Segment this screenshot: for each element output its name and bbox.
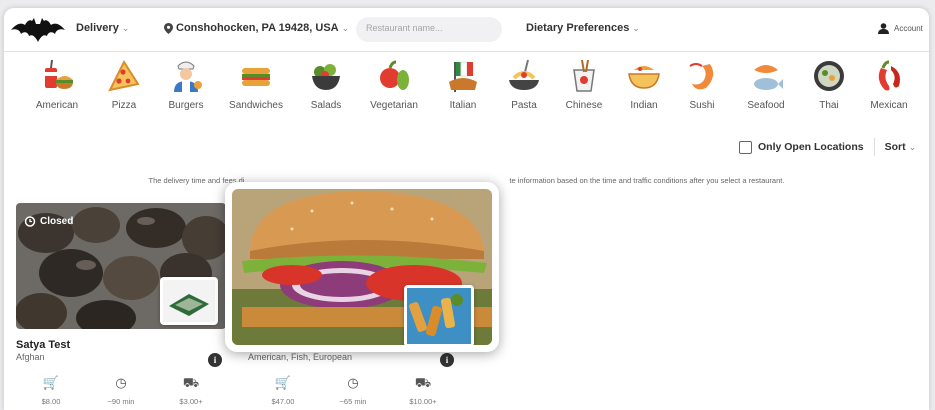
closed-badge: Closed: [24, 215, 73, 227]
category-label: Salads: [310, 100, 342, 111]
info-icon[interactable]: i: [440, 353, 454, 367]
chevron-down-icon: ⌄: [632, 22, 640, 33]
top-navbar: Delivery ⌄ Conshohocken, PA 19428, USA ⌄…: [4, 8, 929, 52]
user-icon: [878, 23, 889, 34]
category-seafood[interactable]: Seafood: [731, 58, 801, 111]
delivery-mode-select[interactable]: Delivery ⌄: [76, 22, 129, 34]
vegetables-icon: [380, 60, 409, 90]
clock-icon: ◷: [347, 375, 359, 390]
delivery-fee-value: $10.00+: [409, 397, 437, 406]
filter-bar: Only Open Locations Sort ⌄: [739, 138, 916, 156]
seafood-icon: [754, 65, 783, 90]
clock-icon: ◷: [115, 375, 127, 390]
open-locations-label[interactable]: Only Open Locations: [758, 141, 864, 153]
sort-label: Sort: [884, 141, 906, 153]
pizza-icon: [108, 59, 140, 92]
category-sandwiches[interactable]: Sandwiches: [221, 58, 291, 111]
search-placeholder: Restaurant name...: [366, 23, 443, 33]
delivery-time-value: ~90 min: [107, 397, 135, 406]
category-pizza[interactable]: Pizza: [89, 58, 159, 111]
restaurant-stats: 🛒 $8.00 ◷ ~90 min ⛟ $3.00+: [16, 375, 226, 406]
chevron-down-icon: ⌄: [121, 22, 130, 33]
delivery-notice-end: te information based on the time and tra…: [509, 176, 785, 185]
restaurant-logo-thumb: [160, 277, 218, 325]
delivery-fee-value: $3.00+: [179, 397, 203, 406]
dietary-preferences-select[interactable]: Dietary Preferences ⌄: [526, 22, 640, 34]
sandwich-icon: [242, 68, 270, 86]
chinese-takeout-icon: [573, 59, 595, 92]
closed-label: Closed: [40, 215, 74, 227]
restaurant-search-input[interactable]: Restaurant name...: [356, 17, 502, 42]
food-tray-thumbnail: [163, 280, 215, 322]
delivery-time-value: ~65 min: [339, 397, 367, 406]
truck-icon: ⛟: [182, 375, 200, 390]
location-pin-icon: [164, 22, 173, 34]
delivery-fee: ⛟ $3.00+: [161, 375, 221, 406]
thai-bowl-icon: [814, 61, 844, 91]
american-food-icon: [45, 59, 73, 89]
minimum-order: 🛒 $47.00: [253, 375, 313, 406]
italian-icon: [449, 61, 477, 92]
category-label: Pizza: [111, 100, 137, 111]
category-label: Sandwiches: [229, 100, 283, 111]
category-italian[interactable]: Italian: [428, 58, 498, 111]
truck-icon: ⛟: [414, 375, 432, 390]
category-vegetarian[interactable]: Vegetarian: [359, 58, 429, 111]
restaurant-cuisine: Afghan: [16, 352, 45, 362]
info-icon[interactable]: i: [208, 353, 222, 367]
delivery-mode-label: Delivery: [76, 22, 119, 34]
chevron-down-icon: ⌄: [908, 141, 917, 152]
cover-image-zoom-preview: [225, 182, 499, 352]
restaurant-card[interactable]: Closed Satya Test Afghan i 🛒 $8.00 ◷ ~90…: [16, 203, 226, 410]
delivery-time: ◷ ~65 min: [323, 375, 383, 406]
bat-logo-icon[interactable]: [10, 15, 66, 45]
delivery-fee: ⛟ $10.00+: [393, 375, 453, 406]
alarm-clock-icon: [24, 216, 36, 227]
category-sushi[interactable]: Sushi: [667, 58, 737, 111]
dietary-preferences-label: Dietary Preferences: [526, 22, 630, 34]
account-button[interactable]: Account: [878, 23, 923, 34]
chili-pepper-icon: [878, 60, 900, 91]
category-label: Seafood: [747, 100, 785, 111]
category-label: Mexican: [870, 100, 908, 111]
account-label: Account: [894, 24, 923, 33]
open-locations-checkbox[interactable]: [739, 140, 752, 154]
delivery-time: ◷ ~90 min: [91, 375, 151, 406]
sort-dropdown[interactable]: Sort ⌄: [885, 141, 917, 153]
chevron-down-icon: ⌄: [341, 22, 350, 33]
minimum-order-value: $8.00: [41, 397, 61, 406]
location-select[interactable]: Conshohocken, PA 19428, USA ⌄: [164, 22, 349, 34]
category-label: American: [35, 100, 79, 111]
category-burgers[interactable]: Burgers: [151, 58, 221, 111]
burger-chef-icon: [174, 61, 202, 92]
cart-icon: 🛒: [274, 375, 292, 390]
restaurant-cuisine: American, Fish, European: [248, 352, 353, 362]
location-label: Conshohocken, PA 19428, USA: [176, 22, 339, 34]
cart-icon: 🛒: [42, 375, 60, 390]
category-mexican[interactable]: Mexican: [854, 58, 924, 111]
category-label: Vegetarian: [370, 100, 418, 111]
category-label: Italian: [449, 100, 477, 111]
app-window: Delivery ⌄ Conshohocken, PA 19428, USA ⌄…: [4, 8, 929, 410]
cuisine-category-bar: American Pizza Burgers Sandwiches Salads…: [4, 58, 929, 120]
minimum-order-value: $47.00: [271, 397, 295, 406]
filter-divider: [873, 138, 875, 156]
restaurant-logo-thumb: [404, 285, 474, 345]
restaurant-cover-image: Closed: [16, 203, 226, 329]
category-american[interactable]: American: [22, 58, 92, 111]
category-label: Burgers: [168, 100, 204, 111]
category-salads[interactable]: Salads: [291, 58, 361, 111]
minimum-order: 🛒 $8.00: [21, 375, 81, 406]
fish-and-chips-thumbnail: [407, 288, 471, 344]
restaurant-stats: 🛒 $47.00 ◷ ~65 min ⛟ $10.00+: [248, 375, 458, 406]
shrimp-icon: [689, 63, 714, 90]
restaurant-name: Satya Test: [16, 339, 71, 351]
category-label: Sushi: [689, 100, 715, 111]
salad-icon: [312, 64, 340, 90]
indian-curry-icon: [628, 66, 660, 89]
burger-cover-image: [232, 189, 492, 345]
pasta-icon: [509, 59, 539, 90]
